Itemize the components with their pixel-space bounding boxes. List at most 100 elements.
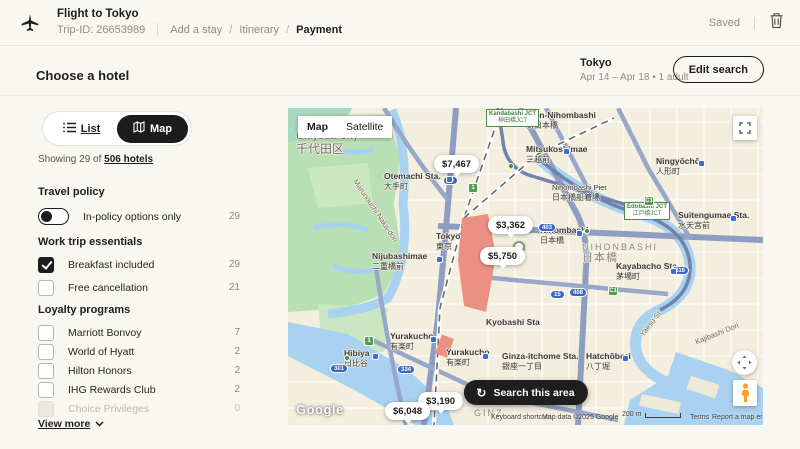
hotel-price-pin[interactable]: $5,750: [480, 247, 525, 265]
search-this-area-button[interactable]: ↻ Search this area: [463, 380, 587, 405]
toggle-knob: [41, 211, 52, 222]
ihg-checkbox[interactable]: [38, 382, 54, 398]
marriott-checkbox[interactable]: [38, 325, 54, 341]
trash-icon[interactable]: [769, 12, 784, 34]
cancellation-checkbox[interactable]: [38, 280, 54, 296]
airplane-icon: [20, 13, 40, 38]
map-scale: 200 m: [622, 411, 681, 418]
pan-control[interactable]: [732, 350, 757, 375]
in-policy-filter-row: In-policy options only 29: [38, 208, 240, 225]
ihg-count: 2: [234, 384, 240, 395]
breadcrumb-payment[interactable]: Payment: [296, 24, 342, 36]
expressway-shield: C1: [644, 196, 654, 206]
travel-policy-title: Travel policy: [38, 186, 105, 198]
map-type-map[interactable]: Map: [298, 121, 337, 133]
hilton-count: 2: [234, 365, 240, 376]
trip-title: Flight to Tokyo: [57, 8, 342, 20]
filter-row-hyatt: World of Hyatt 2: [38, 343, 240, 360]
fullscreen-button[interactable]: [733, 116, 757, 140]
hilton-checkbox[interactable]: [38, 363, 54, 379]
divider: [754, 17, 755, 30]
subheader: Choose a hotel Tokyo Apr 14 – Apr 18 • 1…: [0, 46, 800, 96]
filter-row-cancellation: Free cancellation 21: [38, 279, 240, 296]
metro-icon: [622, 355, 629, 362]
google-logo: Google: [296, 402, 344, 417]
chevron-down-icon: [95, 418, 104, 430]
road-shield: 403: [538, 223, 556, 232]
hotel-price-pin[interactable]: $3,362: [488, 216, 533, 234]
view-more-link[interactable]: View more: [38, 418, 104, 430]
refresh-icon: ↻: [476, 386, 486, 400]
loyalty-title: Loyalty programs: [38, 304, 130, 316]
hyatt-checkbox[interactable]: [38, 344, 54, 360]
road-shield: 334: [397, 365, 415, 374]
page-title: Choose a hotel: [36, 68, 129, 83]
hilton-label: Hilton Honors: [68, 365, 132, 377]
road-shield: 408: [569, 288, 587, 297]
pegman-icon[interactable]: [733, 380, 757, 406]
map-label: Nihombashi Pier日本橋船着場: [552, 184, 607, 202]
marriott-label: Marriott Bonvoy: [68, 327, 142, 339]
choice-checkbox: [38, 401, 54, 417]
view-toggle: List Map: [42, 111, 192, 146]
saved-status: Saved: [709, 17, 740, 29]
in-policy-count: 29: [229, 211, 240, 222]
cancellation-count: 21: [229, 282, 240, 293]
metro-icon: [698, 160, 705, 167]
map-label: Mitsukoshimae三越前: [526, 145, 587, 164]
hyatt-label: World of Hyatt: [68, 346, 134, 358]
breakfast-label: Breakfast included: [68, 259, 154, 271]
metro-icon: [446, 176, 453, 183]
breadcrumb-itinerary[interactable]: Itinerary: [239, 24, 279, 36]
list-view-label: List: [81, 123, 101, 135]
map-label-jct: Kandabashi JCT神田橋JCT: [486, 109, 539, 127]
road-shield: 15: [550, 290, 565, 299]
expressway-shield: C1: [608, 286, 618, 296]
map-icon: [133, 121, 145, 136]
metro-icon: [730, 215, 737, 222]
list-view-button[interactable]: List: [46, 115, 117, 143]
divider: [157, 23, 158, 36]
filter-row-marriott: Marriott Bonvoy 7: [38, 324, 240, 341]
metro-icon: [670, 268, 677, 275]
metro-icon: [563, 148, 570, 155]
map-label: Otemachi Sta.大手町: [384, 172, 441, 191]
results-count-text: Showing 29 of: [38, 154, 104, 165]
hotel-map[interactable]: Map Satellite Chiyoda City千代田区 Otemachi …: [288, 108, 763, 425]
scale-bar: [645, 413, 681, 418]
in-policy-label: In-policy options only: [83, 211, 181, 223]
expressway-shield: 1: [468, 183, 478, 193]
list-icon: [63, 122, 76, 136]
map-view-button[interactable]: Map: [117, 115, 188, 143]
filter-row-ihg: IHG Rewards Club 2: [38, 381, 240, 398]
breadcrumb-add-a-stay[interactable]: Add a stay: [170, 24, 222, 36]
breadcrumb-separator: /: [229, 24, 232, 36]
metro-icon: [430, 336, 437, 343]
metro-icon: [576, 230, 583, 237]
choice-label: Choice Privileges: [68, 403, 149, 415]
map-label: Kyobashi Sta: [486, 318, 540, 328]
expressway-shield: 1: [364, 336, 374, 346]
hotel-price-pin[interactable]: $6,048: [385, 402, 430, 420]
edit-search-button[interactable]: Edit search: [673, 56, 764, 83]
hotel-price-pin[interactable]: $7,467: [434, 155, 479, 173]
filter-row-choice: Choice Privileges 0: [38, 400, 240, 417]
cancellation-label: Free cancellation: [68, 282, 148, 294]
trip-id: Trip-ID: 26653989: [57, 24, 145, 36]
date-summary: Apr 14 – Apr 18 • 1 adult: [580, 72, 689, 83]
map-type-satellite[interactable]: Satellite: [337, 121, 392, 133]
filter-row-breakfast: Breakfast included 29: [38, 256, 240, 273]
results-total-link[interactable]: 506 hotels: [104, 154, 153, 165]
map-label: Suitengumae Sta.水天宮前: [678, 211, 749, 230]
in-policy-toggle[interactable]: [38, 208, 69, 225]
view-more-label: View more: [38, 418, 90, 430]
breakfast-checkbox[interactable]: [38, 257, 54, 273]
map-label: Tokyo東京: [436, 232, 460, 251]
report-map-error-link[interactable]: Report a map error: [712, 414, 763, 421]
results-summary: Showing 29 of 506 hotels: [38, 154, 153, 165]
filters-sidebar: List Map Showing 29 of 506 hotels Travel…: [38, 108, 240, 438]
terms-link[interactable]: Terms: [690, 414, 709, 421]
map-type-control: Map Satellite: [298, 116, 392, 138]
map-view-label: Map: [150, 123, 172, 135]
work-trip-title: Work trip essentials: [38, 236, 142, 248]
